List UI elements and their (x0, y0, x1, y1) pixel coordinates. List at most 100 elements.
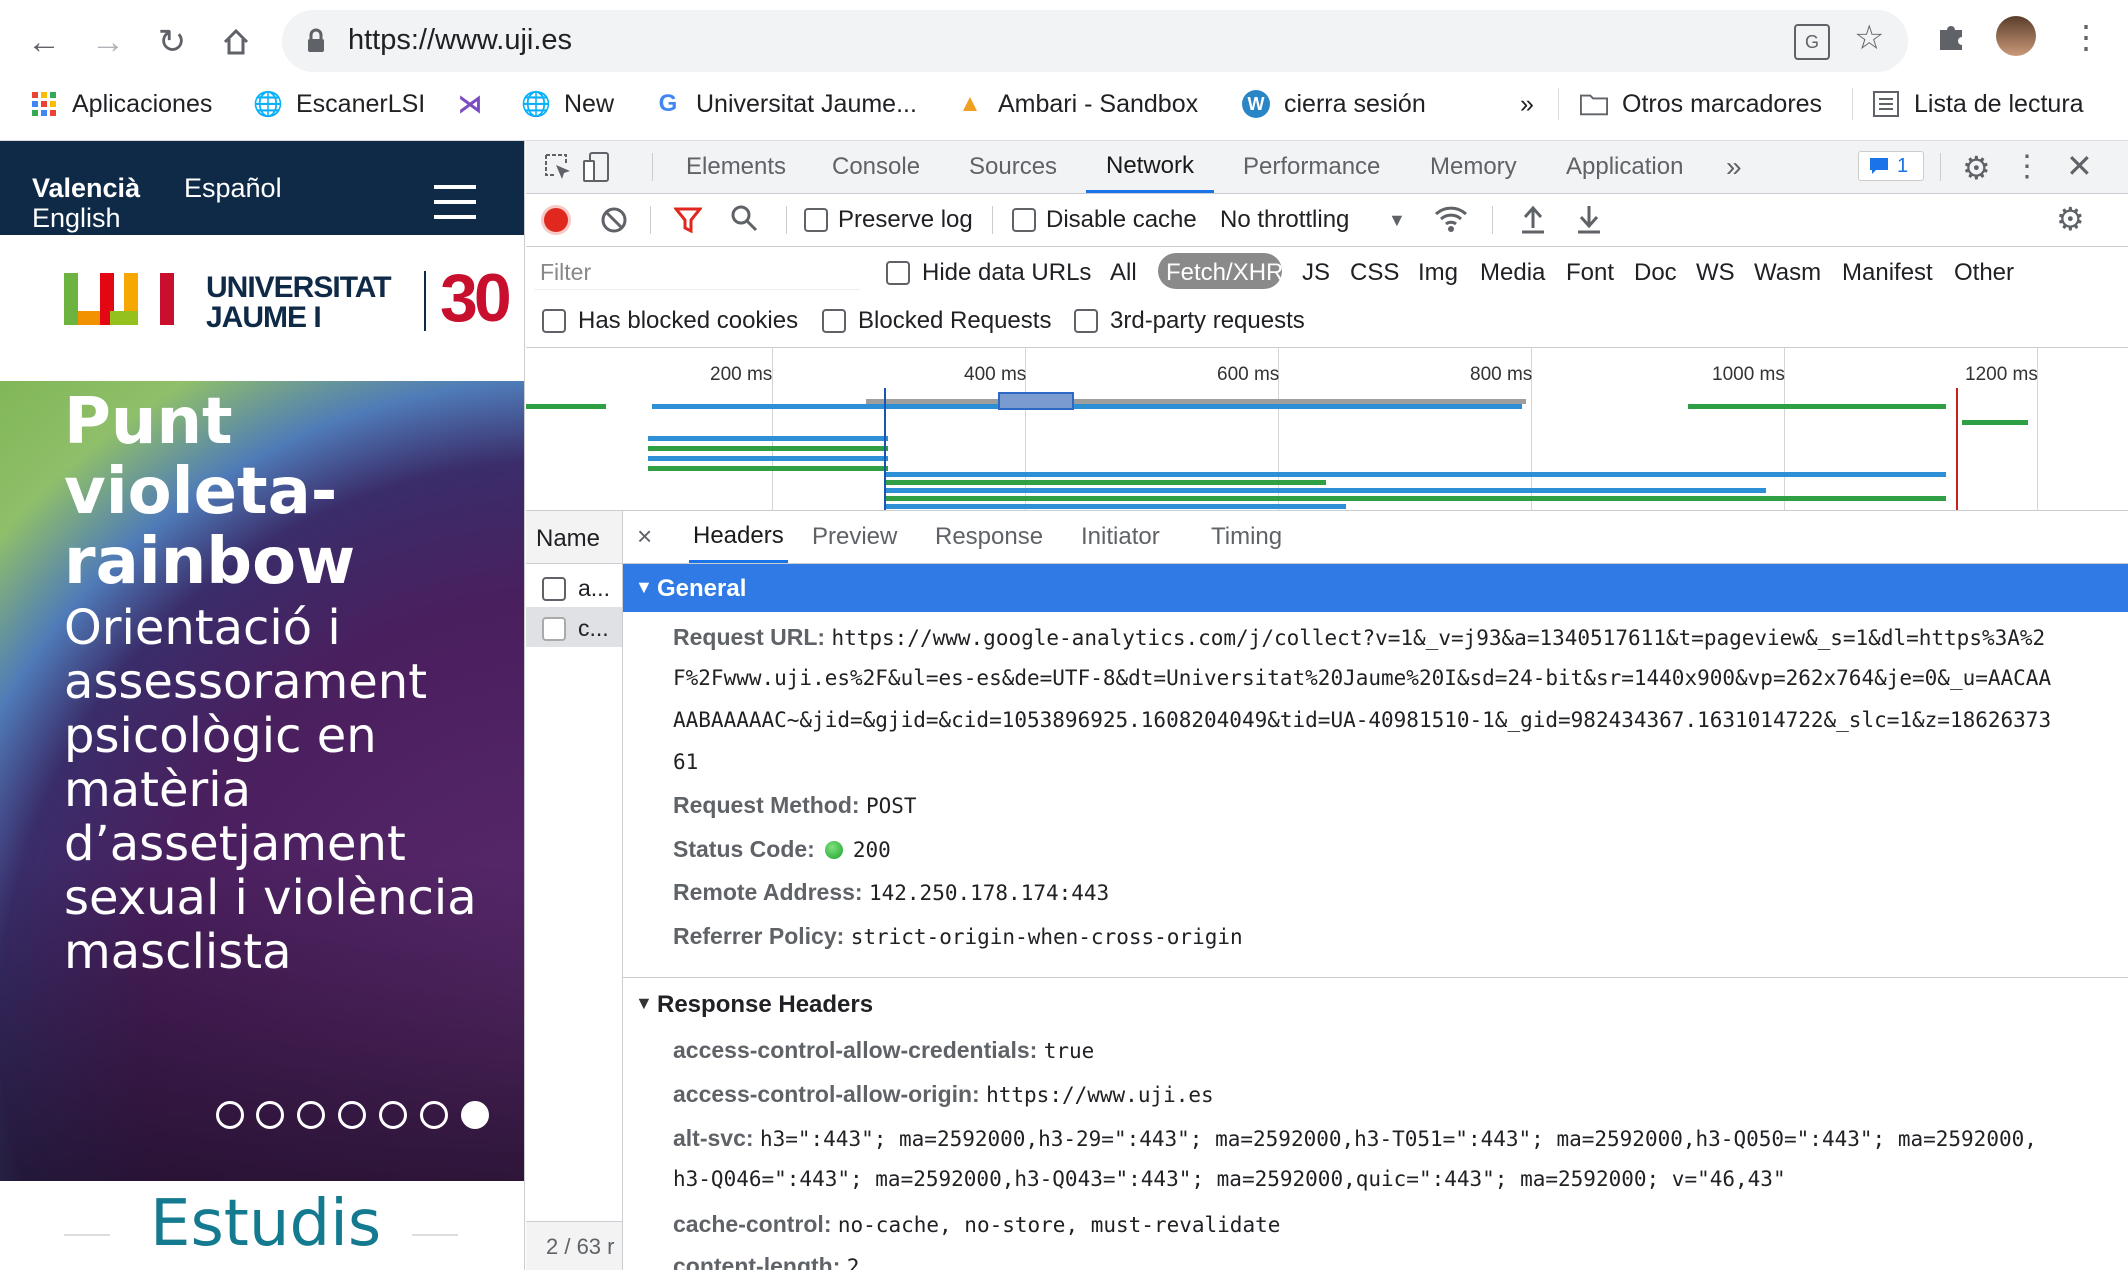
timeline-tick-label: 800 ms (1470, 364, 1533, 385)
detail-tab-preview[interactable]: Preview (812, 511, 897, 563)
detail-tab-timing[interactable]: Timing (1211, 511, 1282, 563)
hide-data-urls-checkbox[interactable] (886, 261, 910, 285)
tab-performance[interactable]: Performance (1243, 141, 1380, 193)
close-devtools-icon[interactable]: ✕ (2066, 147, 2093, 185)
filter-funnel-icon[interactable] (672, 206, 704, 239)
carousel-dot-active[interactable] (461, 1101, 489, 1129)
devtools-menu-icon[interactable]: ⋮ (2012, 149, 2042, 184)
filter-type-font[interactable]: Font (1566, 259, 1614, 287)
network-settings-gear-icon[interactable]: ⚙ (2056, 200, 2085, 238)
bookmark-aplicaciones[interactable]: Aplicaciones (30, 86, 212, 122)
tab-application[interactable]: Application (1566, 141, 1683, 193)
detail-tab-initiator[interactable]: Initiator (1081, 511, 1160, 563)
search-icon[interactable] (730, 204, 758, 239)
request-name: a... (578, 575, 610, 601)
carousel-dot[interactable] (420, 1101, 448, 1129)
other-bookmarks[interactable]: Otros marcadores (1580, 86, 1822, 122)
tab-memory[interactable]: Memory (1430, 141, 1517, 193)
filter-type-manifest[interactable]: Manifest (1842, 259, 1933, 287)
profile-avatar[interactable] (1996, 16, 2036, 56)
name-column-header[interactable]: Name (526, 511, 622, 564)
settings-gear-icon[interactable]: ⚙ (1962, 149, 1991, 187)
carousel-dot[interactable] (338, 1101, 366, 1129)
home-icon[interactable] (216, 22, 256, 62)
network-timeline-overview[interactable]: 200 ms 400 ms 600 ms 800 ms 1000 ms 1200… (526, 348, 2128, 511)
hero-carousel[interactable]: Punt violeta-rainbow Orientació i assess… (0, 381, 524, 1181)
bookmark-universitat-jaume[interactable]: G Universitat Jaume... (654, 86, 917, 122)
clear-icon[interactable] (600, 206, 628, 239)
filter-type-wasm[interactable]: Wasm (1754, 259, 1821, 287)
tab-sources[interactable]: Sources (969, 141, 1057, 193)
third-party-requests-checkbox[interactable] (1074, 309, 1098, 333)
back-arrow-icon[interactable]: ← (24, 22, 64, 62)
carousel-dot[interactable] (256, 1101, 284, 1129)
filter-type-js[interactable]: JS (1302, 259, 1330, 287)
url-text[interactable]: https://www.uji.es (348, 24, 572, 57)
inspect-element-icon[interactable] (544, 153, 574, 188)
bookmark-cierra-sesion[interactable]: W cierra sesión (1242, 86, 1426, 122)
uji-logo[interactable] (64, 271, 190, 332)
hero-title[interactable]: Punt violeta-rainbow (64, 387, 524, 597)
forward-arrow-icon[interactable]: → (88, 22, 128, 62)
extensions-puzzle-icon[interactable] (1934, 20, 1968, 63)
header-key: access-control-allow-origin: (673, 1081, 980, 1107)
filter-input[interactable]: Filter (534, 253, 860, 290)
filter-type-ws[interactable]: WS (1696, 259, 1735, 287)
request-row-selected[interactable]: c... (526, 607, 622, 647)
preserve-log-checkbox[interactable] (804, 208, 828, 232)
timeline-selection[interactable] (998, 392, 1074, 410)
bookmark-escanerlsi[interactable]: 🌐 EscanerLSI (253, 86, 425, 122)
carousel-dot[interactable] (216, 1101, 244, 1129)
issues-badge[interactable]: 1 (1858, 151, 1924, 181)
filter-type-fetch-xhr-pill[interactable]: Fetch/XHR (1158, 253, 1283, 289)
throttling-select[interactable]: No throttling (1220, 206, 1349, 234)
star-bookmark-icon[interactable]: ☆ (1854, 18, 1884, 58)
carousel-dot[interactable] (379, 1101, 407, 1129)
filter-type-img[interactable]: Img (1418, 259, 1458, 287)
device-toolbar-icon[interactable] (582, 151, 612, 188)
detail-tab-headers[interactable]: Headers (689, 511, 788, 563)
filter-type-doc[interactable]: Doc (1634, 259, 1677, 287)
dom-content-loaded-marker (884, 388, 886, 510)
preserve-log-label: Preserve log (838, 206, 973, 233)
address-bar[interactable]: https://www.uji.es G ☆ (282, 10, 1908, 72)
filter-type-all[interactable]: All (1110, 259, 1137, 287)
load-event-marker (1956, 388, 1958, 510)
lang-english-link[interactable]: English (32, 203, 121, 234)
general-section-header[interactable]: ▼ General (623, 564, 2128, 612)
reload-icon[interactable]: ↻ (152, 22, 192, 62)
hamburger-menu-icon[interactable] (434, 185, 476, 224)
carousel-dot[interactable] (297, 1101, 325, 1129)
translate-icon[interactable]: G (1794, 24, 1830, 60)
browser-menu-icon[interactable]: ⋮ (2070, 18, 2102, 56)
close-details-icon[interactable]: × (637, 521, 652, 552)
logo-text-line: UNIVERSITAT (206, 271, 392, 304)
more-bookmarks[interactable]: » (1520, 86, 1534, 122)
blocked-requests-checkbox[interactable] (822, 309, 846, 333)
response-headers-section-header[interactable]: ▼ Response Headers (623, 978, 2128, 1026)
filter-type-css[interactable]: CSS (1350, 259, 1399, 287)
network-conditions-wifi-icon[interactable] (1434, 204, 1468, 239)
export-har-download-icon[interactable] (1576, 204, 1602, 239)
disable-cache-checkbox[interactable] (1012, 208, 1036, 232)
request-method-row: Request Method: POST (673, 792, 917, 819)
bookmark-kuali[interactable]: ⋊ (456, 86, 484, 122)
tab-network[interactable]: Network (1086, 141, 1215, 193)
detail-tab-response[interactable]: Response (935, 511, 1043, 563)
header-key: Status Code: (673, 836, 815, 862)
more-tabs-chevron-icon[interactable]: » (1726, 141, 1742, 193)
filter-type-other[interactable]: Other (1954, 259, 2014, 287)
tab-console[interactable]: Console (832, 141, 920, 193)
lang-valencia-link[interactable]: Valencià (32, 173, 140, 204)
lang-espanol-link[interactable]: Español (184, 173, 282, 204)
import-har-upload-icon[interactable] (1520, 204, 1546, 239)
record-icon[interactable] (544, 208, 568, 232)
reading-list[interactable]: Lista de lectura (1872, 86, 2084, 122)
chevron-down-icon[interactable]: ▼ (1388, 210, 1406, 231)
bookmark-new[interactable]: 🌐 New (521, 86, 614, 122)
request-row[interactable]: a... (526, 567, 622, 607)
has-blocked-cookies-checkbox[interactable] (542, 309, 566, 333)
tab-elements[interactable]: Elements (686, 141, 786, 193)
bookmark-ambari[interactable]: ▲ Ambari - Sandbox (956, 86, 1198, 122)
filter-type-media[interactable]: Media (1480, 259, 1545, 287)
